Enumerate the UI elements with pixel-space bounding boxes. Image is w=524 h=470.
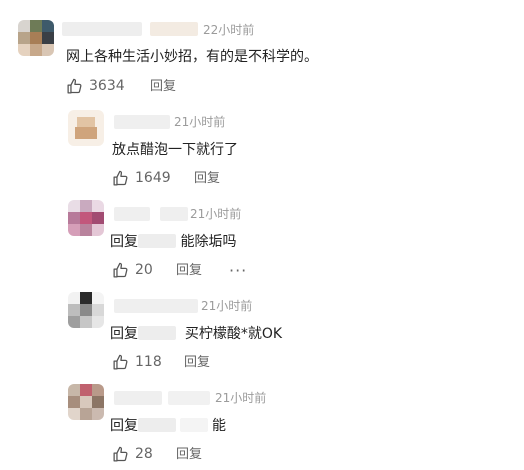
username-masked[interactable] — [114, 299, 198, 313]
avatar[interactable] — [68, 110, 104, 146]
username-masked[interactable] — [114, 391, 162, 405]
like-button[interactable]: 118 — [112, 353, 162, 371]
mention-masked[interactable] — [138, 326, 176, 340]
reply-time: 21小时前 — [174, 115, 226, 129]
like-button[interactable]: 20 — [112, 261, 153, 279]
comment-text: 网上各种生活小妙招，有的是不科学的。 — [66, 49, 318, 65]
reply-text-line: 回复 能 — [110, 417, 226, 435]
avatar[interactable] — [68, 384, 104, 420]
reply-text: 放点醋泡一下就行了 — [112, 142, 238, 158]
thumbs-up-icon — [113, 446, 128, 462]
thumbs-up-icon — [67, 78, 82, 94]
like-button[interactable]: 3634 — [66, 77, 125, 95]
like-count: 1649 — [135, 170, 171, 186]
username-masked — [150, 22, 198, 36]
reply-text: 能除垢吗 — [180, 234, 237, 250]
reply-prefix[interactable]: 回复 — [110, 234, 138, 250]
reply-button[interactable]: 回复 — [184, 354, 210, 372]
like-count: 118 — [135, 354, 162, 370]
reply-button[interactable]: 回复 — [176, 262, 202, 280]
mention-masked[interactable] — [138, 418, 176, 432]
reply-time: 21小时前 — [201, 299, 253, 313]
username-masked — [168, 391, 210, 405]
avatar[interactable] — [18, 20, 54, 56]
reply-button[interactable]: 回复 — [150, 78, 176, 96]
reply-text-line: 回复 能除垢吗 — [110, 233, 236, 251]
more-icon[interactable]: ··· — [229, 263, 247, 279]
reply-text: 买柠檬酸*就OK — [184, 326, 283, 342]
thumbs-up-icon — [113, 262, 128, 278]
thumbs-up-icon — [113, 354, 128, 370]
thumbs-up-icon — [113, 170, 128, 186]
like-count: 20 — [135, 262, 153, 278]
mention-masked[interactable] — [138, 234, 176, 248]
like-button[interactable]: 28 — [112, 445, 153, 463]
reply-button[interactable]: 回复 — [194, 170, 220, 188]
reply-prefix[interactable]: 回复 — [110, 326, 138, 342]
username-masked[interactable] — [114, 207, 150, 221]
reply-button[interactable]: 回复 — [176, 446, 202, 464]
mention-masked — [180, 418, 208, 432]
username-masked[interactable] — [62, 22, 142, 36]
like-count: 28 — [135, 446, 153, 462]
reply-prefix[interactable]: 回复 — [110, 418, 138, 434]
avatar[interactable] — [68, 200, 104, 236]
reply-time: 21小时前 — [190, 207, 242, 221]
username-masked[interactable] — [114, 115, 170, 129]
reply-text-line: 回复 买柠檬酸*就OK — [110, 325, 282, 343]
reply-time: 21小时前 — [215, 391, 267, 405]
username-masked — [160, 207, 188, 221]
avatar[interactable] — [68, 292, 104, 328]
comment-time: 22小时前 — [203, 23, 255, 37]
like-button[interactable]: 1649 — [112, 169, 171, 187]
like-count: 3634 — [89, 78, 125, 94]
reply-text: 能 — [212, 418, 226, 434]
